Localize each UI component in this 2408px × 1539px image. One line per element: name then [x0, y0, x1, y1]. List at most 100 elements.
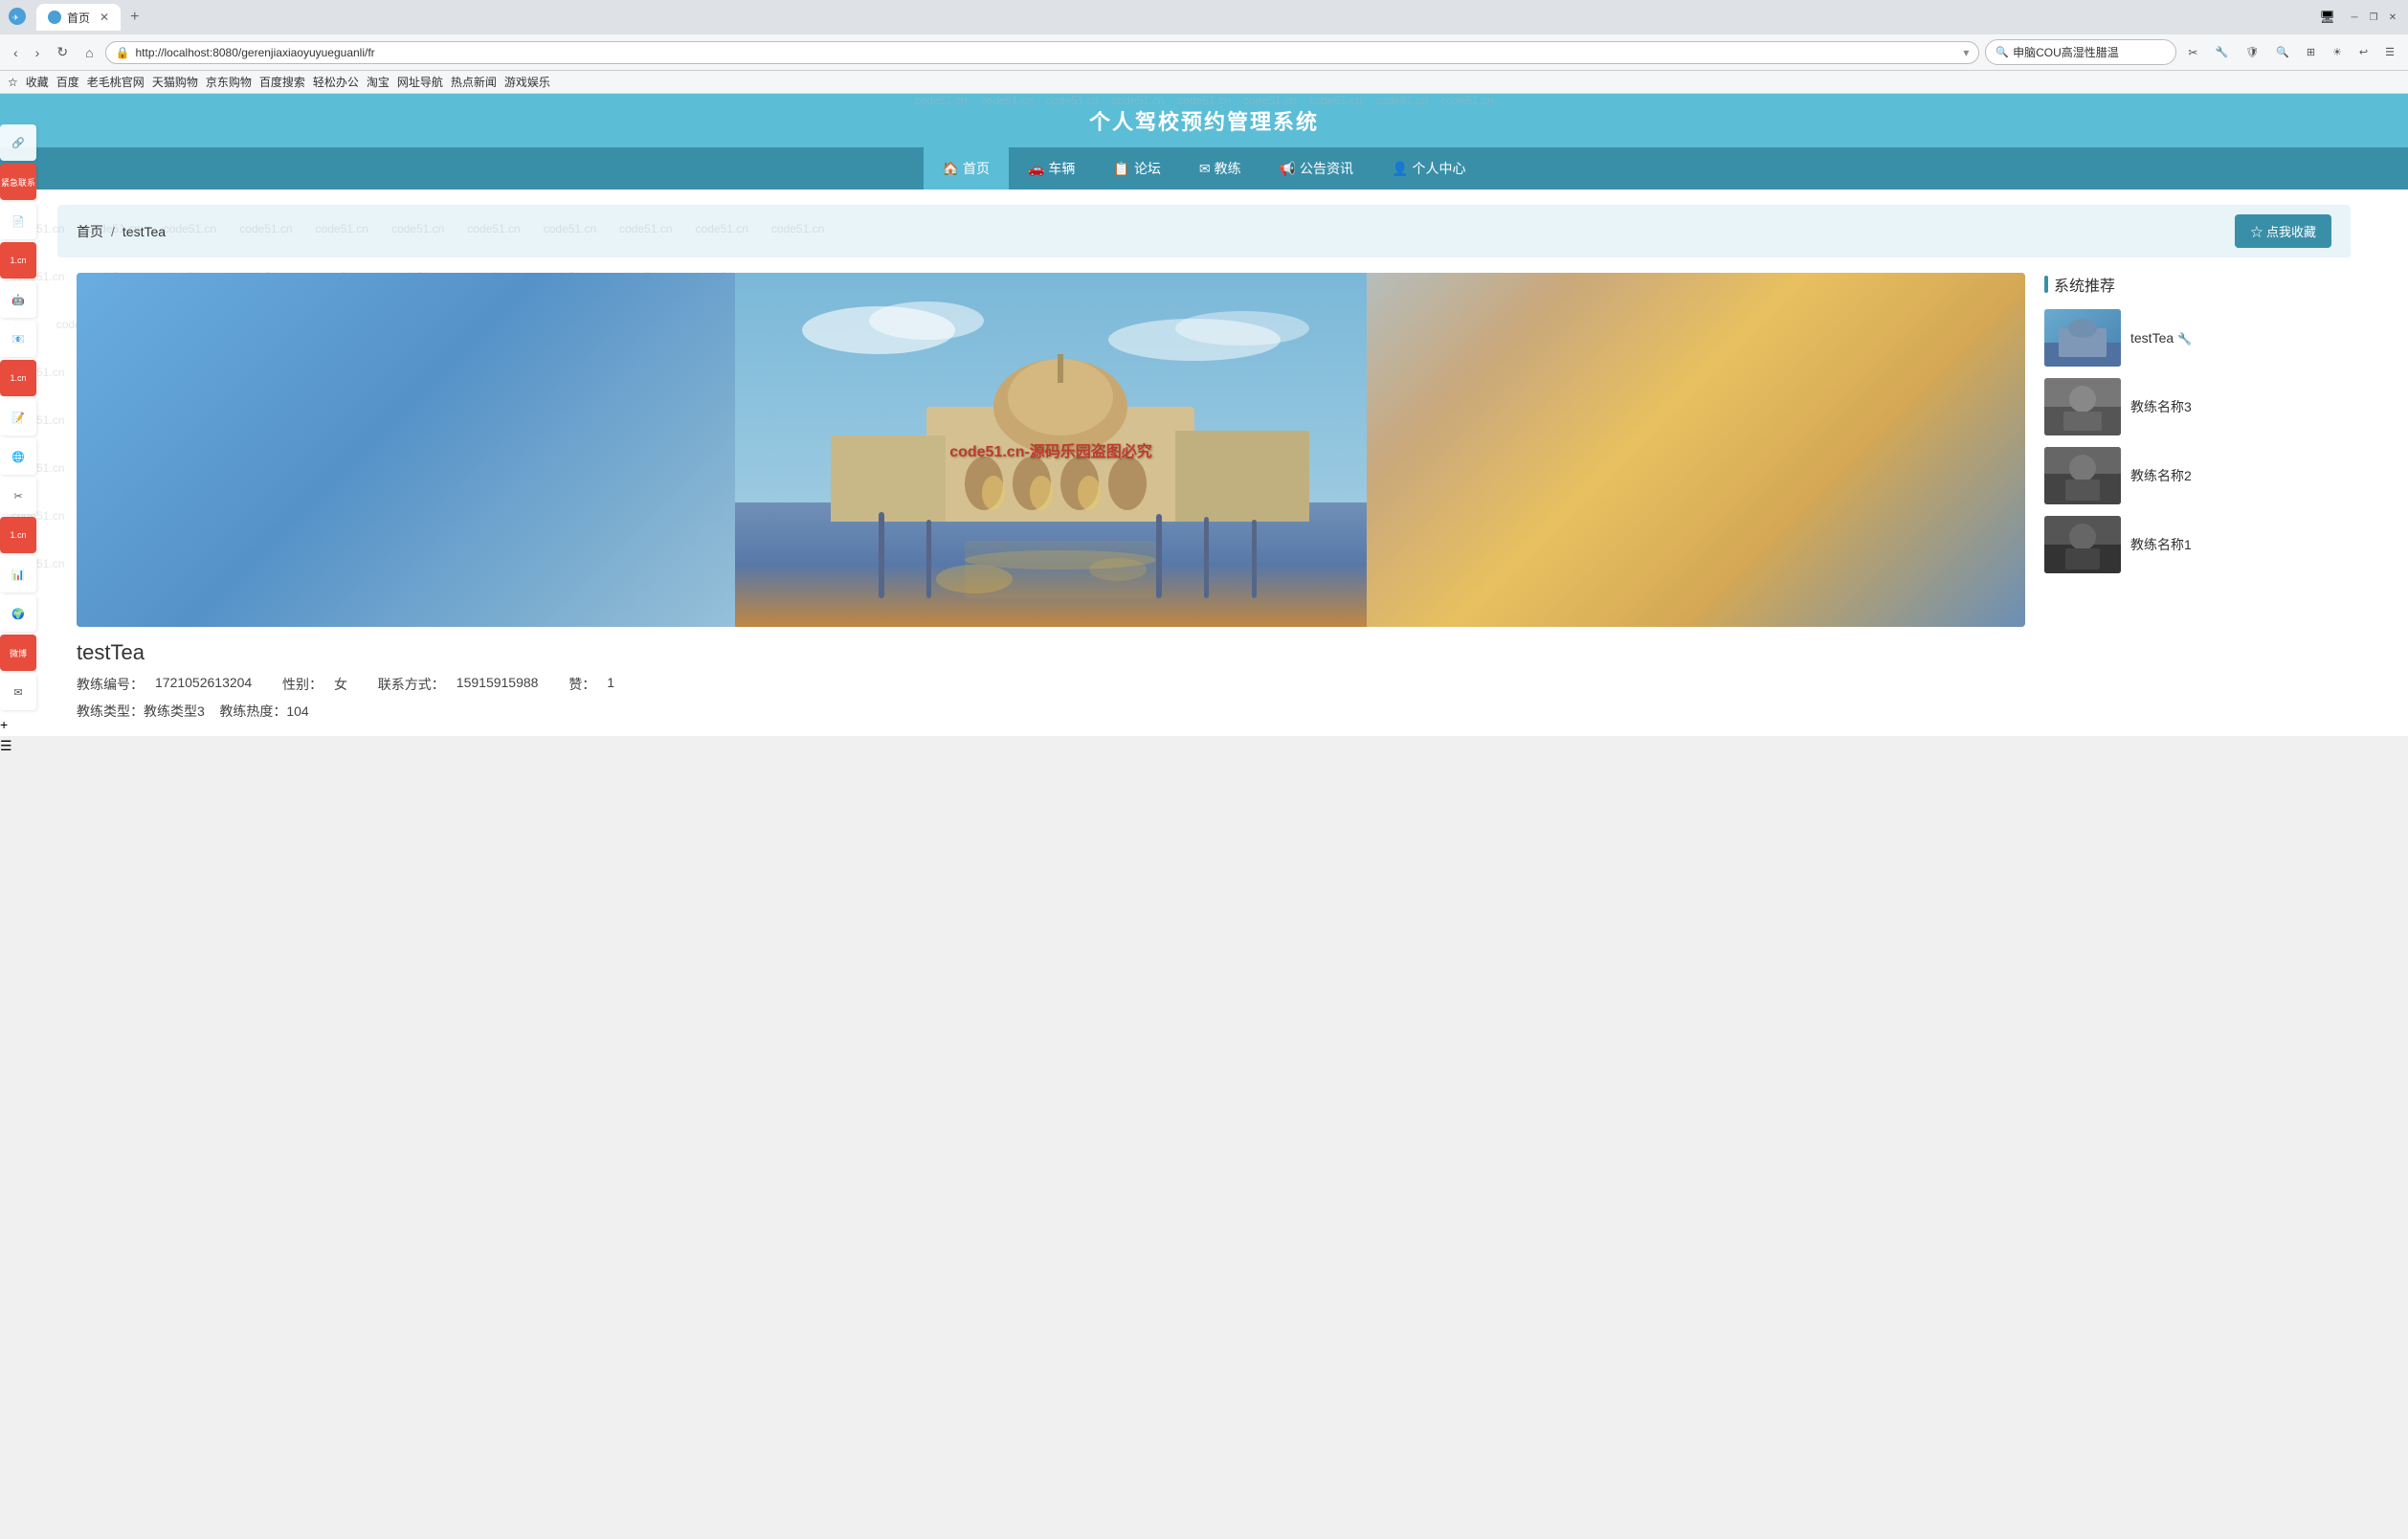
search-icon: 🔍	[1996, 46, 2009, 58]
site-header: code51.cn code51.cn code51.cn code51.cn …	[0, 94, 2408, 147]
sidebar-icon-8[interactable]: 🌐	[0, 438, 36, 475]
coach-gender-value: 女	[334, 675, 347, 694]
svg-text:✈: ✈	[12, 13, 19, 22]
grid-button[interactable]: ⊞	[2301, 42, 2321, 62]
rec-item-2[interactable]: 教练名称2	[2044, 447, 2331, 504]
bookmark-maotao[interactable]: 老毛桃官网	[87, 74, 145, 90]
bookmark-baidusearch[interactable]: 百度搜索	[259, 74, 305, 90]
website: (function(){ const texts = ['code51.cn',…	[0, 94, 2408, 736]
search-text: 申脑COU高湿性腊温	[2013, 44, 2119, 60]
rec-item-1[interactable]: 教练名称3	[2044, 378, 2331, 435]
sidebar-icon-12[interactable]: 🌍	[0, 595, 36, 632]
bookmark-jd[interactable]: 京东购物	[206, 74, 252, 90]
shield-button[interactable]: 🛡	[2240, 42, 2264, 62]
bookmark-taobao[interactable]: 淘宝	[367, 74, 390, 90]
browser-titlebar: ✈ 首页 ✕ + 🖥 ─ ❐ ✕	[0, 0, 2408, 34]
sidebar-icon-0[interactable]: 🔗	[0, 124, 36, 161]
forward-button[interactable]: ›	[30, 41, 46, 64]
sidebar-menu-button[interactable]: ☰	[0, 738, 40, 754]
coach-likes-value: 1	[607, 675, 614, 694]
coach-type-value: 教练类型3	[144, 703, 205, 719]
active-tab[interactable]: 首页 ✕	[36, 4, 121, 31]
sidebar-icon-weibo[interactable]: 微博	[0, 635, 36, 671]
sidebar-icon-6[interactable]: 1.cn	[0, 360, 36, 396]
tab-close-button[interactable]: ✕	[100, 11, 109, 24]
nav-profile[interactable]: 👤 个人中心	[1372, 147, 1484, 190]
bookmark-office[interactable]: 轻松办公	[313, 74, 359, 90]
bookmark-games[interactable]: 游戏娱乐	[504, 74, 550, 90]
rec-name-3: 教练名称1	[2130, 537, 2192, 552]
bookmark-baidu[interactable]: 百度	[56, 74, 79, 90]
close-button[interactable]: ✕	[2385, 10, 2400, 25]
sidebar-icon-5[interactable]: 📧	[0, 321, 36, 357]
refresh-button[interactable]: ↻	[51, 40, 74, 64]
rec-thumb-svg-2	[2044, 447, 2121, 504]
rec-name-0: testTea	[2130, 330, 2174, 346]
back-button[interactable]: ‹	[8, 41, 24, 64]
rec-info-0: testTea 🔧	[2130, 330, 2331, 346]
dropdown-icon: ▾	[1963, 46, 1969, 59]
bookmark-label-2: 老毛桃官网	[87, 74, 145, 90]
coach-heat-value: 104	[286, 703, 308, 719]
bookmark-label-7: 淘宝	[367, 74, 390, 90]
sidebar-add-button[interactable]: +	[0, 717, 40, 732]
rec-header-label: 系统推荐	[2054, 273, 2115, 296]
sidebar-icon-13[interactable]: ✉	[0, 674, 36, 710]
address-bar[interactable]: 🔒 http://localhost:8080/gerenjiaxiaoyuyu…	[105, 41, 1980, 64]
url-text: http://localhost:8080/gerenjiaxiaoyuyueg…	[136, 46, 1958, 59]
nav-news[interactable]: 📢 公告资讯	[1260, 147, 1372, 190]
bookmark-label-4: 京东购物	[206, 74, 252, 90]
brightness-button[interactable]: ☀	[2327, 42, 2348, 62]
rec-thumb-1	[2044, 378, 2121, 435]
site-nav: 🏠 首页 🚗 车辆 📋 论坛 ✉ 教练 📢 公告资讯 👤 个人中心	[0, 147, 2408, 190]
rec-thumb-2	[2044, 447, 2121, 504]
coach-id-label: 教练编号：	[77, 675, 144, 694]
scissors-button[interactable]: ✂	[2182, 42, 2203, 63]
home-button[interactable]: ⌂	[79, 41, 99, 64]
rec-item-0[interactable]: testTea 🔧	[2044, 309, 2331, 367]
bookmark-tmall[interactable]: 天猫购物	[152, 74, 198, 90]
coach-heat-label: 教练热度：	[219, 703, 286, 719]
sidebar-icon-11[interactable]: 📊	[0, 556, 36, 592]
menu-button[interactable]: ☰	[2379, 42, 2400, 62]
browser-toolbar: ‹ › ↻ ⌂ 🔒 http://localhost:8080/gerenjia…	[0, 34, 2408, 71]
rec-item-3[interactable]: 教练名称1	[2044, 516, 2331, 573]
nav-vehicle[interactable]: 🚗 车辆	[1009, 147, 1094, 190]
bookmark-news[interactable]: 热点新闻	[451, 74, 497, 90]
sidebar-icon-10[interactable]: 1.cn	[0, 517, 36, 553]
rec-thumb-3	[2044, 516, 2121, 573]
rec-info-2: 教练名称2	[2130, 466, 2331, 485]
bookmark-label-8: 网址导航	[397, 74, 443, 90]
star-icon: ☆	[8, 76, 18, 89]
profile-icon: 👤	[1392, 161, 1408, 177]
sidebar-icon-3[interactable]: 1.cn	[0, 242, 36, 279]
favorite-button[interactable]: ☆ 点我收藏	[2235, 214, 2331, 248]
nav-home[interactable]: 🏠 首页	[924, 147, 1009, 190]
breadcrumb-separator: /	[111, 224, 115, 239]
sidebar-icon-1[interactable]: 紧急联系	[0, 164, 36, 200]
nav-coach[interactable]: ✉ 教练	[1180, 147, 1260, 190]
sidebar-icon-7[interactable]: 📝	[0, 399, 36, 435]
history-button[interactable]: ↩	[2353, 42, 2374, 62]
sidebar-icon-4[interactable]: 🤖	[0, 281, 36, 318]
nav-forum[interactable]: 📋 论坛	[1094, 147, 1179, 190]
rec-thumb-svg-3	[2044, 516, 2121, 573]
bookmark-nav[interactable]: 网址导航	[397, 74, 443, 90]
nav-vehicle-label: 车辆	[1048, 159, 1075, 178]
maximize-button[interactable]: ❐	[2366, 10, 2381, 25]
browser-tabs: ✈ 首页 ✕ +	[8, 4, 2319, 31]
bookmarks-bar: ☆ 收藏 百度 老毛桃官网 天猫购物 京东购物 百度搜索 轻松办公 淘宝 网址导…	[0, 71, 2408, 94]
extensions-button[interactable]: 🔧	[2209, 42, 2234, 62]
bookmark-favorites[interactable]: 收藏	[26, 74, 49, 90]
forum-icon: 📋	[1113, 161, 1129, 177]
find-button[interactable]: 🔍	[2270, 42, 2295, 62]
minimize-button[interactable]: ─	[2347, 10, 2362, 25]
bookmark-label-5: 百度搜索	[259, 74, 305, 90]
breadcrumb-home[interactable]: 首页	[77, 222, 103, 241]
sidebar-icon-9[interactable]: ✂	[0, 478, 36, 514]
rec-info-3: 教练名称1	[2130, 535, 2331, 554]
search-bar[interactable]: 🔍 申脑COU高湿性腊温	[1985, 39, 2176, 65]
new-tab-button[interactable]: +	[124, 7, 145, 28]
sidebar-icon-2[interactable]: 📄	[0, 203, 36, 239]
bookmark-label-6: 轻松办公	[313, 74, 359, 90]
